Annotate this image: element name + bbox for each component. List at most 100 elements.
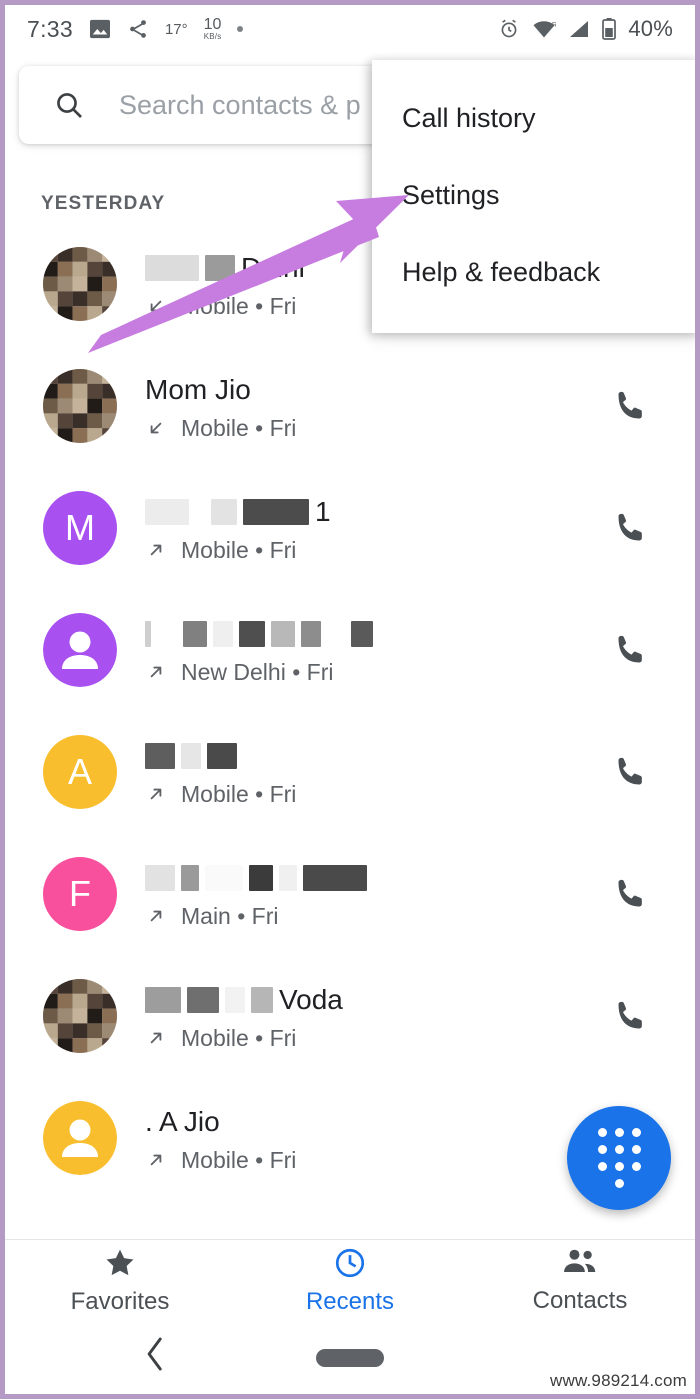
redaction-block	[145, 620, 151, 647]
avatar[interactable]	[43, 979, 117, 1053]
phone-icon	[611, 874, 651, 914]
nav-tab-contacts[interactable]: Contacts	[465, 1247, 695, 1315]
home-pill-icon[interactable]	[316, 1349, 384, 1367]
redaction-block	[145, 986, 181, 1013]
call-subtitle-text: New Delhi • Fri	[181, 658, 334, 685]
nav-tab-favorites[interactable]: Favorites	[5, 1246, 235, 1316]
call-log-row[interactable]: M 1 Mobile • Fri	[5, 467, 695, 589]
outgoing-call-icon	[145, 539, 167, 561]
call-subtitle-text: Mobile • Fri	[181, 1024, 297, 1051]
incoming-call-icon	[145, 295, 167, 317]
call-button[interactable]	[593, 508, 669, 548]
redaction-block	[207, 742, 237, 769]
status-bar-left: 7:33 17° 10 KB/s	[27, 15, 244, 43]
phone-icon	[611, 508, 651, 548]
overflow-menu[interactable]: Call history Settings Help & feedback	[372, 60, 695, 333]
call-button[interactable]	[593, 752, 669, 792]
menu-item-call-history[interactable]: Call history	[372, 80, 695, 157]
redaction-block	[301, 620, 321, 647]
dialpad-icon	[597, 1128, 641, 1188]
signal-icon	[568, 19, 590, 39]
outgoing-call-icon	[145, 783, 167, 805]
call-subtitle: Mobile • Fri	[145, 415, 593, 442]
call-row-body: Voda Mobile • Fri	[145, 981, 593, 1052]
call-subtitle: Mobile • Fri	[145, 781, 593, 808]
call-subtitle-text: Mobile • Fri	[181, 414, 297, 441]
redaction-block	[279, 864, 297, 891]
call-button[interactable]	[593, 996, 669, 1036]
network-speed-value: 10	[203, 16, 222, 33]
contact-name-text: Mom Jio	[145, 373, 251, 405]
contact-name: . A Jio	[145, 1103, 593, 1141]
chevron-left-icon[interactable]	[145, 1337, 165, 1379]
call-log-row[interactable]: New Delhi • Fri	[5, 589, 695, 711]
phone-screen: 7:33 17° 10 KB/s R	[0, 0, 700, 1399]
avatar[interactable]	[43, 369, 117, 443]
redaction-block	[271, 620, 295, 647]
contact-name-text: 1	[315, 495, 331, 527]
star-icon	[103, 1246, 137, 1280]
search-placeholder: Search contacts & p	[119, 89, 361, 120]
contact-name: Mom Jio	[145, 371, 593, 409]
call-log-row[interactable]: Mom Jio Mobile • Fri	[5, 345, 695, 467]
status-time: 7:33	[27, 15, 73, 42]
redaction-block	[327, 620, 345, 647]
redaction-block	[145, 864, 175, 891]
outgoing-call-icon	[145, 661, 167, 683]
call-subtitle-text: Mobile • Fri	[181, 536, 297, 563]
avatar[interactable]: M	[43, 491, 117, 565]
redaction-block	[249, 864, 273, 891]
redaction-block	[181, 742, 201, 769]
network-speed-unit: KB/s	[203, 32, 222, 41]
avatar[interactable]	[43, 247, 117, 321]
redaction-block	[145, 254, 199, 281]
call-row-body: . A Jio Mobile • Fri	[145, 1103, 593, 1174]
dot-icon	[237, 26, 244, 32]
call-button[interactable]	[593, 630, 669, 670]
call-subtitle-text: Mobile • Fri	[181, 292, 297, 319]
call-row-body: 1 Mobile • Fri	[145, 493, 593, 564]
contact-name: 1	[145, 493, 593, 531]
avatar[interactable]	[43, 1101, 117, 1175]
bottom-navigation: Favorites Recents Contacts	[5, 1239, 695, 1322]
avatar[interactable]	[43, 613, 117, 687]
call-row-body: Mobile • Fri	[145, 737, 593, 808]
status-network-speed: 10 KB/s	[204, 17, 222, 41]
call-log-rows: Delhi Mobile • Fri Mom Jio Mobile • Fri M 1 Mo…	[5, 223, 695, 1199]
menu-item-help-feedback[interactable]: Help & feedback	[372, 234, 695, 311]
redaction-block	[205, 254, 235, 281]
avatar[interactable]: A	[43, 735, 117, 809]
contact-name-text: Voda	[279, 983, 343, 1015]
call-log-row[interactable]: A Mobile • Fri	[5, 711, 695, 833]
outgoing-call-icon	[145, 905, 167, 927]
call-button[interactable]	[593, 386, 669, 426]
outgoing-call-icon	[145, 1027, 167, 1049]
avatar-initial: M	[65, 507, 95, 548]
contact-name	[145, 859, 593, 897]
call-subtitle-text: Mobile • Fri	[181, 1146, 297, 1173]
call-log-row[interactable]: Voda Mobile • Fri	[5, 955, 695, 1077]
battery-percent: 40%	[628, 16, 673, 41]
call-subtitle: New Delhi • Fri	[145, 659, 593, 686]
svg-text:R: R	[552, 22, 556, 29]
battery-icon	[602, 18, 617, 40]
redaction-block	[195, 498, 205, 525]
avatar-initial: F	[69, 873, 91, 914]
call-log-row[interactable]: F Main • Fri	[5, 833, 695, 955]
redaction-block	[303, 864, 367, 891]
dialpad-fab[interactable]	[567, 1106, 671, 1210]
call-subtitle: Mobile • Fri	[145, 1147, 593, 1174]
call-button[interactable]	[593, 874, 669, 914]
phone-icon	[611, 386, 651, 426]
menu-item-settings[interactable]: Settings	[372, 157, 695, 234]
nav-label-recents: Recents	[305, 1288, 395, 1315]
redaction-block	[243, 498, 309, 525]
nav-tab-recents[interactable]: Recents	[235, 1246, 465, 1316]
call-subtitle: Mobile • Fri	[145, 1025, 593, 1052]
contact-name	[145, 615, 593, 653]
incoming-call-icon	[145, 417, 167, 439]
call-row-body: New Delhi • Fri	[145, 615, 593, 686]
redaction-block	[213, 620, 233, 647]
phone-icon	[611, 630, 651, 670]
avatar[interactable]: F	[43, 857, 117, 931]
